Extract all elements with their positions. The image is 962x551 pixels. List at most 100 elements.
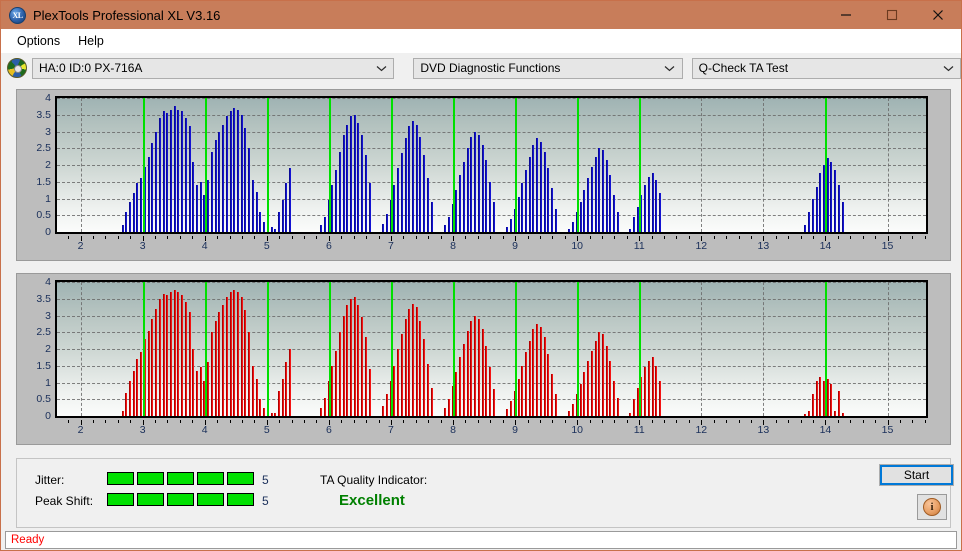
- chart-bar: [233, 108, 236, 232]
- x-axis-tick-mark: [539, 236, 541, 239]
- chart-bar: [492, 389, 495, 416]
- chart-bar: [237, 109, 239, 232]
- maximize-icon[interactable]: [869, 1, 915, 29]
- x-axis-tick-mark: [341, 420, 343, 423]
- chart-bar: [583, 372, 586, 416]
- chart-bar: [207, 180, 210, 232]
- chart-bar: [481, 144, 484, 232]
- x-axis-tick-mark: [403, 236, 405, 239]
- jitter-segment: [197, 472, 224, 485]
- x-axis-tick-mark: [68, 420, 70, 423]
- x-axis-tick-label: 12: [695, 424, 708, 436]
- x-axis-tick-mark: [279, 420, 281, 423]
- chart-bar: [225, 297, 228, 416]
- x-axis-tick-mark: [825, 420, 827, 425]
- x-axis-tick-label: 3: [139, 424, 146, 436]
- x-axis-tick-label: 7: [388, 240, 394, 252]
- chart-bar: [510, 218, 513, 232]
- chart-bar: [125, 392, 128, 416]
- close-icon[interactable]: [915, 1, 961, 29]
- chart-bar: [655, 180, 658, 232]
- chart-bar: [415, 307, 418, 416]
- y-axis-tick-label: 2.5: [36, 326, 51, 339]
- x-axis-tick-mark: [726, 420, 728, 423]
- x-axis-tick-mark: [664, 236, 666, 239]
- chart-bar: [210, 151, 213, 232]
- x-axis-tick-mark: [825, 236, 827, 241]
- chart-bar: [259, 399, 262, 416]
- grid-line-vertical: [763, 98, 765, 232]
- x-axis-tick-mark: [887, 420, 889, 425]
- function-select[interactable]: DVD Diagnostic Functions: [413, 57, 683, 79]
- x-axis-tick-mark: [304, 420, 306, 423]
- x-axis-tick-mark: [626, 420, 628, 423]
- test-select[interactable]: Q-Check TA Test: [691, 57, 961, 79]
- x-axis-tick-mark: [204, 420, 206, 425]
- function-select-value: DVD Diagnostic Functions: [420, 61, 561, 75]
- chart-bar: [289, 168, 292, 232]
- chart-bar: [466, 330, 469, 416]
- x-axis-tick-mark: [241, 236, 243, 239]
- chart-bar: [357, 305, 360, 416]
- x-axis-tick-label: 14: [819, 240, 832, 252]
- x-axis-tick-mark: [726, 236, 728, 239]
- grid-line-vertical: [763, 282, 765, 416]
- x-axis-tick-mark: [800, 420, 802, 423]
- drive-select[interactable]: HA:0 ID:0 PX-716A: [32, 57, 395, 79]
- y-axis-tick-label: 3: [45, 309, 51, 322]
- x-axis-tick-mark: [440, 420, 442, 423]
- x-axis-tick-mark: [179, 236, 181, 239]
- x-axis-tick-mark: [440, 236, 442, 239]
- x-axis-tick-label: 15: [881, 240, 894, 252]
- x-axis-tick-mark: [502, 236, 504, 239]
- jitter-segment: [167, 472, 194, 485]
- chart-bar: [430, 387, 433, 416]
- x-axis-tick-mark: [614, 236, 616, 239]
- x-axis-tick-label: 14: [819, 424, 832, 436]
- grid-line-vertical: [80, 282, 82, 416]
- chart-bar: [385, 213, 388, 232]
- chart-bar: [506, 226, 509, 232]
- test-select-value: Q-Check TA Test: [698, 61, 789, 75]
- chart-bar: [397, 168, 400, 232]
- chart-bar: [136, 359, 139, 416]
- x-axis-tick-mark: [378, 420, 380, 423]
- x-axis-tick-mark: [390, 236, 392, 241]
- menu-item-options[interactable]: Options: [9, 32, 68, 50]
- chart-marker-line: [825, 282, 828, 416]
- chart-bar: [841, 412, 844, 416]
- x-axis-tick-mark: [254, 420, 256, 423]
- peakshift-chart-plot: [55, 280, 928, 418]
- chart-bar: [547, 168, 550, 232]
- grid-line-horizontal: [57, 165, 926, 166]
- drive-select-value: HA:0 ID:0 PX-716A: [39, 61, 143, 75]
- disc-icon: [7, 58, 27, 78]
- menu-item-help[interactable]: Help: [70, 32, 112, 50]
- info-button[interactable]: i: [917, 494, 947, 520]
- chart-bar: [644, 185, 647, 232]
- chart-bar: [400, 153, 403, 232]
- x-axis-tick-label: 3: [139, 240, 146, 252]
- x-axis-tick-mark: [192, 420, 194, 423]
- chart-bar: [259, 211, 262, 232]
- chart-bar: [489, 367, 492, 416]
- x-axis-tick-mark: [775, 420, 777, 423]
- y-axis-tick-label: 1.5: [36, 359, 51, 372]
- chart-bar: [251, 180, 254, 232]
- chart-bar: [155, 131, 158, 232]
- minimize-icon[interactable]: [823, 1, 869, 29]
- chart-marker-line: [577, 98, 580, 232]
- chart-bar: [830, 161, 833, 232]
- x-axis-tick-mark: [899, 420, 901, 423]
- y-axis-tick-label: 2: [45, 159, 51, 171]
- jitter-chart-y-axis: 0 0.5 1 1.5 2 2.5 3 3.5 4: [17, 90, 55, 260]
- chart-bar: [644, 367, 647, 416]
- x-axis-tick-label: 9: [512, 240, 518, 252]
- x-axis-tick-mark: [763, 236, 765, 241]
- chart-bar: [207, 362, 210, 416]
- chart-bar: [551, 188, 554, 232]
- grid-line-horizontal: [57, 181, 926, 183]
- grid-line-horizontal: [57, 349, 926, 350]
- start-button[interactable]: Start: [879, 464, 954, 486]
- chart-bar: [477, 134, 480, 232]
